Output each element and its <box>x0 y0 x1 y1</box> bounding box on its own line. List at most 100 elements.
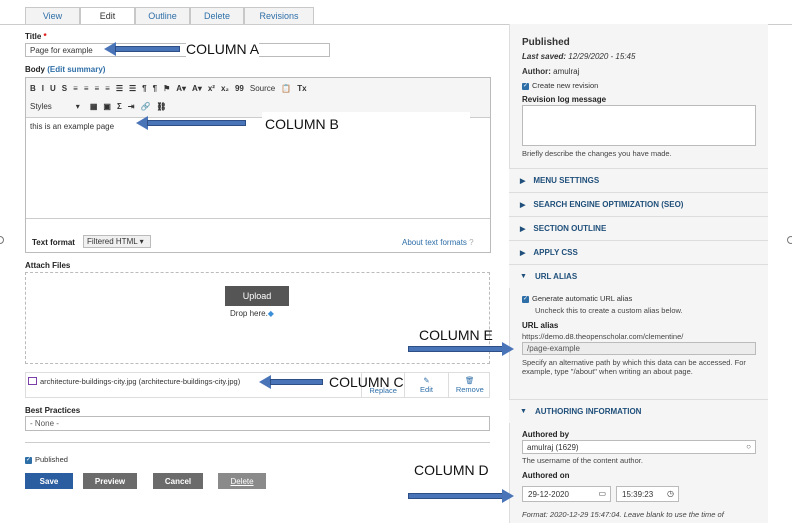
arrow-column-d <box>408 489 514 503</box>
edit-summary-link[interactable]: (Edit summary) <box>47 65 105 74</box>
blockquote-button[interactable]: 99 <box>235 84 244 93</box>
best-practices-select[interactable]: - None - <box>25 416 490 431</box>
triangle-right-icon: ▶ <box>520 201 526 209</box>
arrow-column-b <box>136 116 246 130</box>
resize-handle-left[interactable] <box>0 236 4 244</box>
paste-icon[interactable]: 📋 <box>281 84 291 93</box>
bg-color-button[interactable]: A▾ <box>192 84 202 93</box>
number-list-button[interactable]: ☰ <box>129 84 136 93</box>
form-divider <box>25 442 490 443</box>
checkbox-icon: ✓ <box>522 82 529 90</box>
tab-revisions[interactable]: Revisions <box>244 7 314 24</box>
tab-edit[interactable]: Edit <box>80 7 135 24</box>
tab-delete[interactable]: Delete <box>190 7 244 24</box>
apply-css-section[interactable]: ▶ APPLY CSS <box>509 240 768 264</box>
editor-content[interactable]: this is an example page <box>30 122 114 131</box>
title-label: Title * <box>25 32 47 41</box>
arrow-column-c <box>259 375 323 389</box>
triangle-down-icon: ▼ <box>520 273 527 280</box>
url-base: https://demo.d8.theopenscholar.com/cleme… <box>522 332 684 341</box>
revision-log-label: Revision log message <box>522 95 607 104</box>
upload-button[interactable]: Upload <box>225 286 289 306</box>
source-button[interactable]: Source <box>250 84 275 93</box>
superscript-button[interactable]: x² <box>208 84 215 93</box>
styles-dropdown[interactable]: Styles ▾ <box>30 102 80 111</box>
url-alias-section[interactable]: ▼ URL ALIAS <box>509 264 768 288</box>
trash-icon: 🗑 <box>465 376 475 385</box>
triangle-right-icon: ▶ <box>520 249 526 257</box>
resize-handle-right[interactable] <box>787 236 792 244</box>
generate-alias-checkbox[interactable]: ✓ Generate automatic URL alias <box>522 294 632 303</box>
tab-bar: View Edit Outline Delete Revisions <box>25 7 314 24</box>
align-right-button[interactable]: ≡ <box>94 84 99 93</box>
subscript-button[interactable]: x₂ <box>221 84 229 93</box>
justify-button[interactable]: ≡ <box>105 84 110 93</box>
arrow-column-e <box>408 342 514 356</box>
italic-button[interactable]: I <box>42 84 44 93</box>
revision-log-textarea[interactable] <box>522 105 756 146</box>
underline-button[interactable]: U <box>50 84 56 93</box>
link-icon[interactable]: 🔗 <box>140 102 150 111</box>
save-button[interactable]: Save <box>25 473 73 489</box>
authored-by-label: Authored by <box>522 430 570 439</box>
calendar-icon: ▭ <box>598 489 606 498</box>
bullet-list-button[interactable]: ☰ <box>116 84 123 93</box>
remove-format-button[interactable]: Tx <box>297 84 306 93</box>
triangle-down-icon: ▼ <box>520 408 527 415</box>
triangle-right-icon: ▶ <box>520 225 526 233</box>
text-format-select[interactable]: Filtered HTML ▾ <box>83 235 151 248</box>
unlink-icon[interactable]: ⛓ <box>156 102 166 111</box>
create-revision-checkbox[interactable]: ✓ Create new revision <box>522 81 598 90</box>
column-d-label: COLUMN D <box>414 462 489 478</box>
column-c-label: COLUMN C <box>329 374 404 390</box>
toolbar-row-1: B I U S ≡ ≡ ≡ ≡ ☰ ☰ ¶ ¶ ⚑ A▾ A▾ x² x₂ 99… <box>30 80 313 96</box>
image-icon[interactable]: ▣ <box>103 102 111 111</box>
autocomplete-icon: ○ <box>746 442 751 451</box>
section-outline-section[interactable]: ▶ SECTION OUTLINE <box>509 216 768 240</box>
align-left-button[interactable]: ≡ <box>73 84 78 93</box>
tab-outline[interactable]: Outline <box>135 7 190 24</box>
delete-button[interactable]: Delete <box>218 473 266 489</box>
authored-on-label: Authored on <box>522 471 570 480</box>
seo-section[interactable]: ▶ SEARCH ENGINE OPTIMIZATION (SEO) <box>509 192 768 216</box>
indent-icon[interactable]: ⇥ <box>128 102 135 111</box>
strike-button[interactable]: S <box>62 84 67 93</box>
authored-by-input[interactable]: amulraj (1629) ○ <box>522 440 756 454</box>
body-label: Body (Edit summary) <box>25 65 106 74</box>
cancel-button[interactable]: Cancel <box>153 473 203 489</box>
column-e-label: COLUMN E <box>419 327 493 343</box>
pencil-icon: ✎ <box>423 376 430 385</box>
tab-view[interactable]: View <box>25 7 80 24</box>
menu-settings-section[interactable]: ▶ MENU SETTINGS <box>509 168 768 192</box>
column-a-label: COLUMN A <box>186 41 260 57</box>
published-checkbox[interactable]: ✓ Published <box>25 455 68 464</box>
url-alias-input[interactable]: /page-example <box>522 342 756 355</box>
file-name[interactable]: architecture-buildings-city.jpg (archite… <box>40 377 240 386</box>
arrow-column-a <box>104 42 180 56</box>
toolbar-row-2: Styles ▾ ▦ ▣ Σ ⇥ 🔗 ⛓ <box>30 98 173 114</box>
body-editor[interactable]: B I U S ≡ ≡ ≡ ≡ ☰ ☰ ¶ ¶ ⚑ A▾ A▾ x² x₂ 99… <box>25 77 491 253</box>
status-heading: Published <box>522 37 570 48</box>
preview-button[interactable]: Preview <box>83 473 137 489</box>
time-input[interactable]: 15:39:23 ◷ <box>616 486 679 502</box>
generate-alias-help: Uncheck this to create a custom alias be… <box>535 306 683 315</box>
checkbox-icon: ✓ <box>25 456 32 464</box>
rtl-button[interactable]: ¶ <box>153 84 157 93</box>
about-text-formats-link[interactable]: About text formats ? <box>402 238 474 247</box>
ltr-button[interactable]: ¶ <box>142 84 146 93</box>
table-icon[interactable]: ▦ <box>90 102 98 111</box>
bold-button[interactable]: B <box>30 84 36 93</box>
align-center-button[interactable]: ≡ <box>84 84 89 93</box>
attached-file-row: architecture-buildings-city.jpg (archite… <box>25 372 490 398</box>
text-color-button[interactable]: A▾ <box>176 84 186 93</box>
clock-icon: ◷ <box>667 489 674 498</box>
url-alias-label: URL alias <box>522 321 559 330</box>
author-line: Author: amulraj <box>522 67 580 76</box>
remove-file-button[interactable]: 🗑 Remove <box>447 373 491 397</box>
flag-icon[interactable]: ⚑ <box>163 84 170 93</box>
sigma-icon[interactable]: Σ <box>117 102 122 111</box>
edit-file-button[interactable]: ✎ Edit <box>404 373 447 397</box>
authored-by-help: The username of the content author. <box>522 456 643 465</box>
date-input[interactable]: 29-12-2020 ▭ <box>522 486 611 502</box>
authoring-info-section[interactable]: ▼ AUTHORING INFORMATION <box>509 399 768 423</box>
